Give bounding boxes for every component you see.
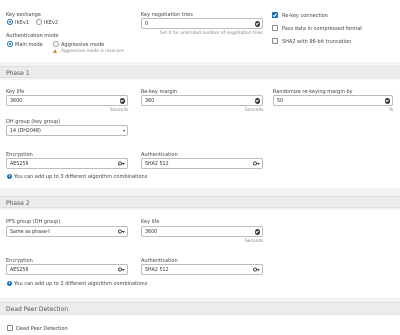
dpd-checkbox[interactable] [7, 325, 13, 331]
aggressive-mode-radio[interactable] [53, 41, 59, 47]
pass-compressed-label: Pass data in compressed format [282, 25, 363, 32]
dpd-checkbox-label: Dead Peer Detection [16, 325, 68, 332]
key-icon[interactable] [118, 228, 125, 235]
phase1-title: Phase 1 [6, 69, 30, 77]
phase2-title: Phase 2 [6, 199, 30, 207]
check-circle-icon [254, 21, 260, 27]
check-circle-icon [254, 98, 260, 104]
p1-key-life-value: 3600 [10, 98, 23, 104]
p2-pfs-label: PFS group (DH group) [6, 219, 61, 225]
key-icon[interactable] [118, 160, 125, 167]
p2-key-life-unit: Seconds [245, 239, 264, 244]
p1-randomize-input[interactable]: 50 [273, 95, 393, 106]
p2-pfs-value: Same as phase-I [10, 229, 50, 235]
dpd-title: Dead Peer Detection [6, 305, 69, 313]
p2-encryption-value: AES256 [10, 267, 29, 273]
aggressive-mode-label: Aggressive mode [61, 41, 105, 48]
p2-authentication-select[interactable]: SHA2 512 [141, 264, 263, 275]
p1-authentication-value: SHA2 512 [145, 161, 169, 167]
p1-rekey-margin-unit: Seconds [245, 108, 264, 113]
warning-icon [53, 49, 57, 53]
p1-encryption-select[interactable]: AES256 [6, 158, 128, 169]
p1-randomize-unit: % [389, 108, 394, 113]
p1-rekey-margin-value: 360 [145, 98, 155, 104]
key-icon[interactable] [253, 160, 260, 167]
main-mode-label: Main mode [15, 41, 43, 48]
p1-dh-group-value: 14 (DH2048) [10, 128, 41, 134]
key-icon[interactable] [118, 266, 125, 273]
p1-encryption-value: AES256 [10, 161, 29, 167]
info-icon: i [7, 174, 12, 179]
check-circle-icon [384, 98, 390, 104]
aggressive-warning-text: Aggressive mode is insecure [61, 49, 124, 54]
rekey-checkbox[interactable] [272, 12, 278, 18]
dpd-header: Dead Peer Detection [0, 302, 400, 314]
negotiation-tries-value: 0 [145, 21, 149, 27]
phase2-header: Phase 2 [0, 196, 400, 208]
ikev1-label: IKEv1 [15, 19, 30, 26]
ikev1-radio[interactable] [7, 19, 13, 25]
rekey-label: Re-key connection [282, 12, 329, 19]
key-icon[interactable] [253, 266, 260, 273]
sha2-truncation-label: SHA2 with 96-bit truncation [282, 38, 352, 45]
p2-authentication-value: SHA2 512 [145, 267, 169, 273]
check-circle-icon [254, 229, 260, 235]
ikev2-radio[interactable] [36, 19, 42, 25]
p2-pfs-select[interactable]: Same as phase-I [6, 226, 128, 237]
p1-randomize-value: 50 [277, 98, 284, 104]
info-icon: i [7, 281, 12, 286]
p2-key-life-value: 3600 [145, 229, 158, 235]
key-exchange-label: Key exchange [6, 12, 41, 18]
p1-dh-group-select[interactable]: 14 (DH2048) [6, 125, 128, 136]
main-mode-radio[interactable] [7, 41, 13, 47]
pass-compressed-checkbox[interactable] [272, 25, 278, 31]
sha2-truncation-checkbox[interactable] [272, 38, 278, 44]
check-circle-icon [119, 98, 125, 104]
p2-key-life-input[interactable]: 3600 [141, 226, 263, 237]
p2-encryption-select[interactable]: AES256 [6, 264, 128, 275]
chevron-down-icon [123, 129, 125, 132]
ikev2-label: IKEv2 [44, 19, 59, 26]
phase1-header: Phase 1 [0, 66, 400, 78]
p1-rekey-margin-input[interactable]: 360 [141, 95, 263, 106]
p1-algo-note: You can add up to 3 different algorithm … [14, 174, 148, 180]
p2-algo-note: You can add up to 3 different algorithm … [14, 281, 148, 287]
p1-authentication-select[interactable]: SHA2 512 [141, 158, 263, 169]
p2-key-life-label: Key life [141, 219, 160, 225]
negotiation-tries-input[interactable]: 0 [141, 18, 263, 29]
auth-mode-label: Authentication mode [6, 33, 59, 39]
negotiation-tries-hint: Set 0 for unlimited number of negotiatio… [160, 31, 263, 36]
p1-key-life-input[interactable]: 3600 [6, 95, 128, 106]
p1-key-life-unit: Seconds [110, 108, 129, 113]
